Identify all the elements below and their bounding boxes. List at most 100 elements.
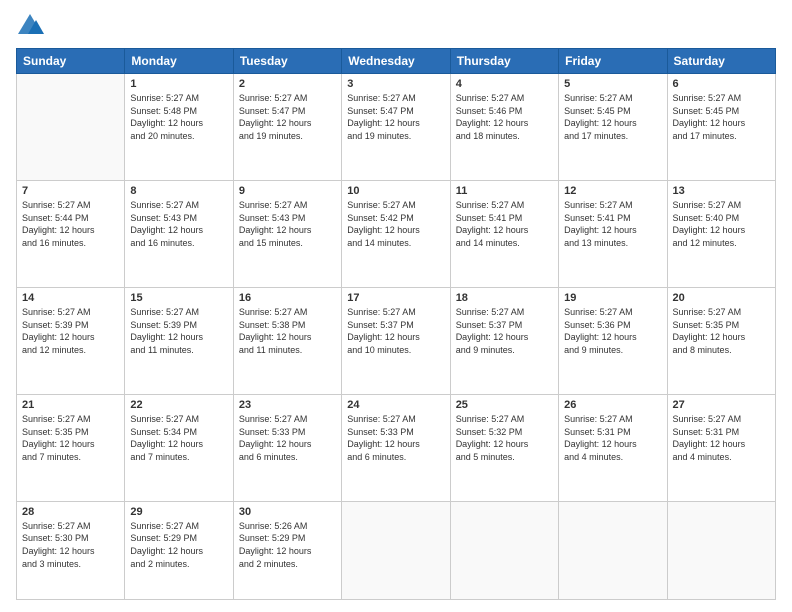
day-info: Sunrise: 5:27 AM Sunset: 5:44 PM Dayligh…	[22, 199, 119, 249]
day-number: 8	[130, 185, 227, 197]
day-cell-6: 6 Sunrise: 5:27 AM Sunset: 5:45 PM Daylig…	[667, 74, 775, 181]
empty-cell	[342, 501, 450, 599]
logo-icon	[16, 12, 44, 40]
day-number: 19	[564, 292, 661, 304]
day-number: 16	[239, 292, 336, 304]
empty-cell	[559, 501, 667, 599]
week-row-5: 28 Sunrise: 5:27 AM Sunset: 5:30 PM Dayli…	[17, 501, 776, 599]
day-cell-13: 13 Sunrise: 5:27 AM Sunset: 5:40 PM Dayli…	[667, 180, 775, 287]
day-number: 20	[673, 292, 770, 304]
day-info: Sunrise: 5:27 AM Sunset: 5:31 PM Dayligh…	[564, 413, 661, 463]
day-cell-15: 15 Sunrise: 5:27 AM Sunset: 5:39 PM Dayli…	[125, 287, 233, 394]
day-cell-10: 10 Sunrise: 5:27 AM Sunset: 5:42 PM Dayli…	[342, 180, 450, 287]
day-cell-29: 29Sunrise: 5:27 AM Sunset: 5:29 PM Dayli…	[125, 501, 233, 599]
day-info: Sunrise: 5:27 AM Sunset: 5:41 PM Dayligh…	[564, 199, 661, 249]
day-number: 26	[564, 399, 661, 411]
day-number: 13	[673, 185, 770, 197]
day-cell-28: 28 Sunrise: 5:27 AM Sunset: 5:30 PM Dayli…	[17, 501, 125, 599]
day-number: 28	[22, 506, 119, 518]
day-number: 1	[130, 78, 227, 90]
day-cell-20: 20 Sunrise: 5:27 AM Sunset: 5:35 PM Dayli…	[667, 287, 775, 394]
day-info: Sunrise: 5:27 AM Sunset: 5:34 PM Dayligh…	[130, 413, 227, 463]
day-cell-3: 3Sunrise: 5:27 AM Sunset: 5:47 PM Daylig…	[342, 74, 450, 181]
day-info: Sunrise: 5:27 AM Sunset: 5:39 PM Dayligh…	[22, 306, 119, 356]
day-info: Sunrise: 5:27 AM Sunset: 5:35 PM Dayligh…	[22, 413, 119, 463]
day-number: 27	[673, 399, 770, 411]
day-info: Sunrise: 5:27 AM Sunset: 5:43 PM Dayligh…	[130, 199, 227, 249]
day-cell-2: 2 Sunrise: 5:27 AM Sunset: 5:47 PM Daylig…	[233, 74, 341, 181]
day-number: 3	[347, 78, 444, 90]
day-cell-11: 11 Sunrise: 5:27 AM Sunset: 5:41 PM Dayli…	[450, 180, 558, 287]
empty-cell	[450, 501, 558, 599]
weekday-monday: Monday	[125, 49, 233, 74]
day-number: 11	[456, 185, 553, 197]
day-cell-17: 17 Sunrise: 5:27 AM Sunset: 5:37 PM Dayli…	[342, 287, 450, 394]
day-cell-4: 4 Sunrise: 5:27 AM Sunset: 5:46 PM Daylig…	[450, 74, 558, 181]
day-info: Sunrise: 5:27 AM Sunset: 5:32 PM Dayligh…	[456, 413, 553, 463]
day-number: 10	[347, 185, 444, 197]
day-cell-21: 21 Sunrise: 5:27 AM Sunset: 5:35 PM Dayli…	[17, 394, 125, 501]
day-info: Sunrise: 5:27 AM Sunset: 5:31 PM Dayligh…	[673, 413, 770, 463]
weekday-wednesday: Wednesday	[342, 49, 450, 74]
day-info: Sunrise: 5:27 AM Sunset: 5:47 PM Dayligh…	[239, 92, 336, 142]
day-info: Sunrise: 5:27 AM Sunset: 5:30 PM Dayligh…	[22, 520, 119, 570]
day-cell-23: 23 Sunrise: 5:27 AM Sunset: 5:33 PM Dayli…	[233, 394, 341, 501]
day-cell-14: 14 Sunrise: 5:27 AM Sunset: 5:39 PM Dayli…	[17, 287, 125, 394]
day-number: 15	[130, 292, 227, 304]
day-number: 6	[673, 78, 770, 90]
day-info: Sunrise: 5:27 AM Sunset: 5:33 PM Dayligh…	[347, 413, 444, 463]
week-row-2: 7Sunrise: 5:27 AM Sunset: 5:44 PM Daylig…	[17, 180, 776, 287]
day-cell-18: 18 Sunrise: 5:27 AM Sunset: 5:37 PM Dayli…	[450, 287, 558, 394]
day-number: 4	[456, 78, 553, 90]
week-row-1: 1Sunrise: 5:27 AM Sunset: 5:48 PM Daylig…	[17, 74, 776, 181]
weekday-header-row: SundayMondayTuesdayWednesdayThursdayFrid…	[17, 49, 776, 74]
day-info: Sunrise: 5:26 AM Sunset: 5:29 PM Dayligh…	[239, 520, 336, 570]
week-row-4: 21 Sunrise: 5:27 AM Sunset: 5:35 PM Dayli…	[17, 394, 776, 501]
day-number: 12	[564, 185, 661, 197]
day-number: 17	[347, 292, 444, 304]
day-number: 14	[22, 292, 119, 304]
day-info: Sunrise: 5:27 AM Sunset: 5:41 PM Dayligh…	[456, 199, 553, 249]
empty-cell	[17, 74, 125, 181]
day-info: Sunrise: 5:27 AM Sunset: 5:39 PM Dayligh…	[130, 306, 227, 356]
day-info: Sunrise: 5:27 AM Sunset: 5:45 PM Dayligh…	[564, 92, 661, 142]
logo	[16, 12, 46, 40]
day-cell-27: 27 Sunrise: 5:27 AM Sunset: 5:31 PM Dayli…	[667, 394, 775, 501]
day-cell-30: 30Sunrise: 5:26 AM Sunset: 5:29 PM Dayli…	[233, 501, 341, 599]
day-cell-16: 16Sunrise: 5:27 AM Sunset: 5:38 PM Dayli…	[233, 287, 341, 394]
day-info: Sunrise: 5:27 AM Sunset: 5:40 PM Dayligh…	[673, 199, 770, 249]
day-number: 21	[22, 399, 119, 411]
page: SundayMondayTuesdayWednesdayThursdayFrid…	[0, 0, 792, 612]
day-cell-24: 24 Sunrise: 5:27 AM Sunset: 5:33 PM Dayli…	[342, 394, 450, 501]
day-info: Sunrise: 5:27 AM Sunset: 5:43 PM Dayligh…	[239, 199, 336, 249]
day-info: Sunrise: 5:27 AM Sunset: 5:45 PM Dayligh…	[673, 92, 770, 142]
day-number: 22	[130, 399, 227, 411]
day-cell-19: 19 Sunrise: 5:27 AM Sunset: 5:36 PM Dayli…	[559, 287, 667, 394]
day-info: Sunrise: 5:27 AM Sunset: 5:37 PM Dayligh…	[347, 306, 444, 356]
day-number: 18	[456, 292, 553, 304]
day-cell-12: 12 Sunrise: 5:27 AM Sunset: 5:41 PM Dayli…	[559, 180, 667, 287]
week-row-3: 14 Sunrise: 5:27 AM Sunset: 5:39 PM Dayli…	[17, 287, 776, 394]
day-number: 23	[239, 399, 336, 411]
day-info: Sunrise: 5:27 AM Sunset: 5:37 PM Dayligh…	[456, 306, 553, 356]
day-info: Sunrise: 5:27 AM Sunset: 5:42 PM Dayligh…	[347, 199, 444, 249]
day-cell-1: 1Sunrise: 5:27 AM Sunset: 5:48 PM Daylig…	[125, 74, 233, 181]
day-info: Sunrise: 5:27 AM Sunset: 5:33 PM Dayligh…	[239, 413, 336, 463]
weekday-saturday: Saturday	[667, 49, 775, 74]
weekday-friday: Friday	[559, 49, 667, 74]
day-info: Sunrise: 5:27 AM Sunset: 5:35 PM Dayligh…	[673, 306, 770, 356]
day-cell-22: 22 Sunrise: 5:27 AM Sunset: 5:34 PM Dayli…	[125, 394, 233, 501]
day-info: Sunrise: 5:27 AM Sunset: 5:36 PM Dayligh…	[564, 306, 661, 356]
weekday-sunday: Sunday	[17, 49, 125, 74]
empty-cell	[667, 501, 775, 599]
weekday-tuesday: Tuesday	[233, 49, 341, 74]
day-info: Sunrise: 5:27 AM Sunset: 5:29 PM Dayligh…	[130, 520, 227, 570]
day-cell-25: 25Sunrise: 5:27 AM Sunset: 5:32 PM Dayli…	[450, 394, 558, 501]
day-cell-8: 8 Sunrise: 5:27 AM Sunset: 5:43 PM Daylig…	[125, 180, 233, 287]
day-number: 24	[347, 399, 444, 411]
day-info: Sunrise: 5:27 AM Sunset: 5:46 PM Dayligh…	[456, 92, 553, 142]
day-number: 9	[239, 185, 336, 197]
day-number: 2	[239, 78, 336, 90]
calendar-table: SundayMondayTuesdayWednesdayThursdayFrid…	[16, 48, 776, 600]
header	[16, 12, 776, 40]
